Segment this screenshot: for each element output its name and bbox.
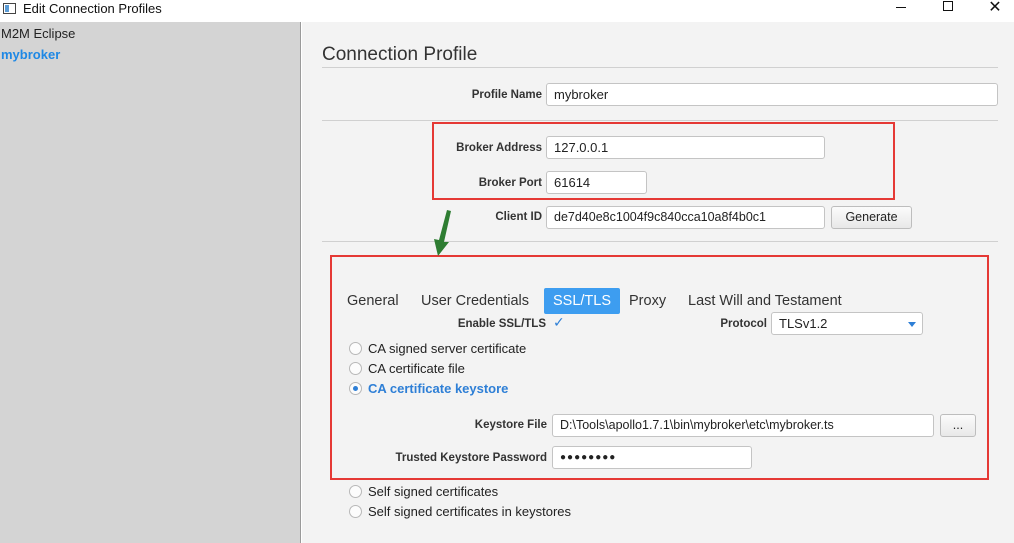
profile-name-input[interactable]: mybroker — [546, 83, 998, 106]
close-button[interactable]: ✕ — [972, 0, 1014, 22]
annotation-arrow-icon — [434, 210, 451, 256]
maximize-button[interactable] — [925, 1, 971, 23]
window-title: Edit Connection Profiles — [23, 1, 162, 16]
minimize-icon — [896, 7, 906, 8]
divider — [322, 241, 998, 242]
radio-self-signed-keystores-label: Self signed certificates in keystores — [368, 504, 572, 519]
client-id-input[interactable]: de7d40e8c1004f9c840cca10a8f4b0c1 — [546, 206, 825, 229]
minimize-button[interactable] — [878, 1, 924, 23]
sidebar-item-m2m-eclipse[interactable]: M2M Eclipse — [1, 26, 75, 41]
broker-highlight-box — [432, 122, 895, 200]
divider — [322, 67, 998, 68]
sidebar-item-mybroker[interactable]: mybroker — [1, 47, 60, 62]
radio-self-signed-label: Self signed certificates — [368, 484, 499, 499]
radio-self-signed-keystores[interactable] — [349, 505, 362, 518]
app-window-icon — [3, 3, 16, 14]
page-title: Connection Profile — [322, 44, 478, 65]
title-bar: Edit Connection Profiles ✕ — [0, 0, 1014, 22]
maximize-icon — [943, 1, 953, 11]
profiles-sidebar: M2M Eclipse mybroker — [0, 22, 301, 543]
generate-button[interactable]: Generate — [831, 206, 912, 229]
divider — [322, 120, 998, 121]
profile-name-label: Profile Name — [471, 89, 542, 101]
ssl-highlight-box — [330, 255, 989, 480]
close-icon: ✕ — [988, 0, 1002, 16]
radio-self-signed[interactable] — [349, 485, 362, 498]
